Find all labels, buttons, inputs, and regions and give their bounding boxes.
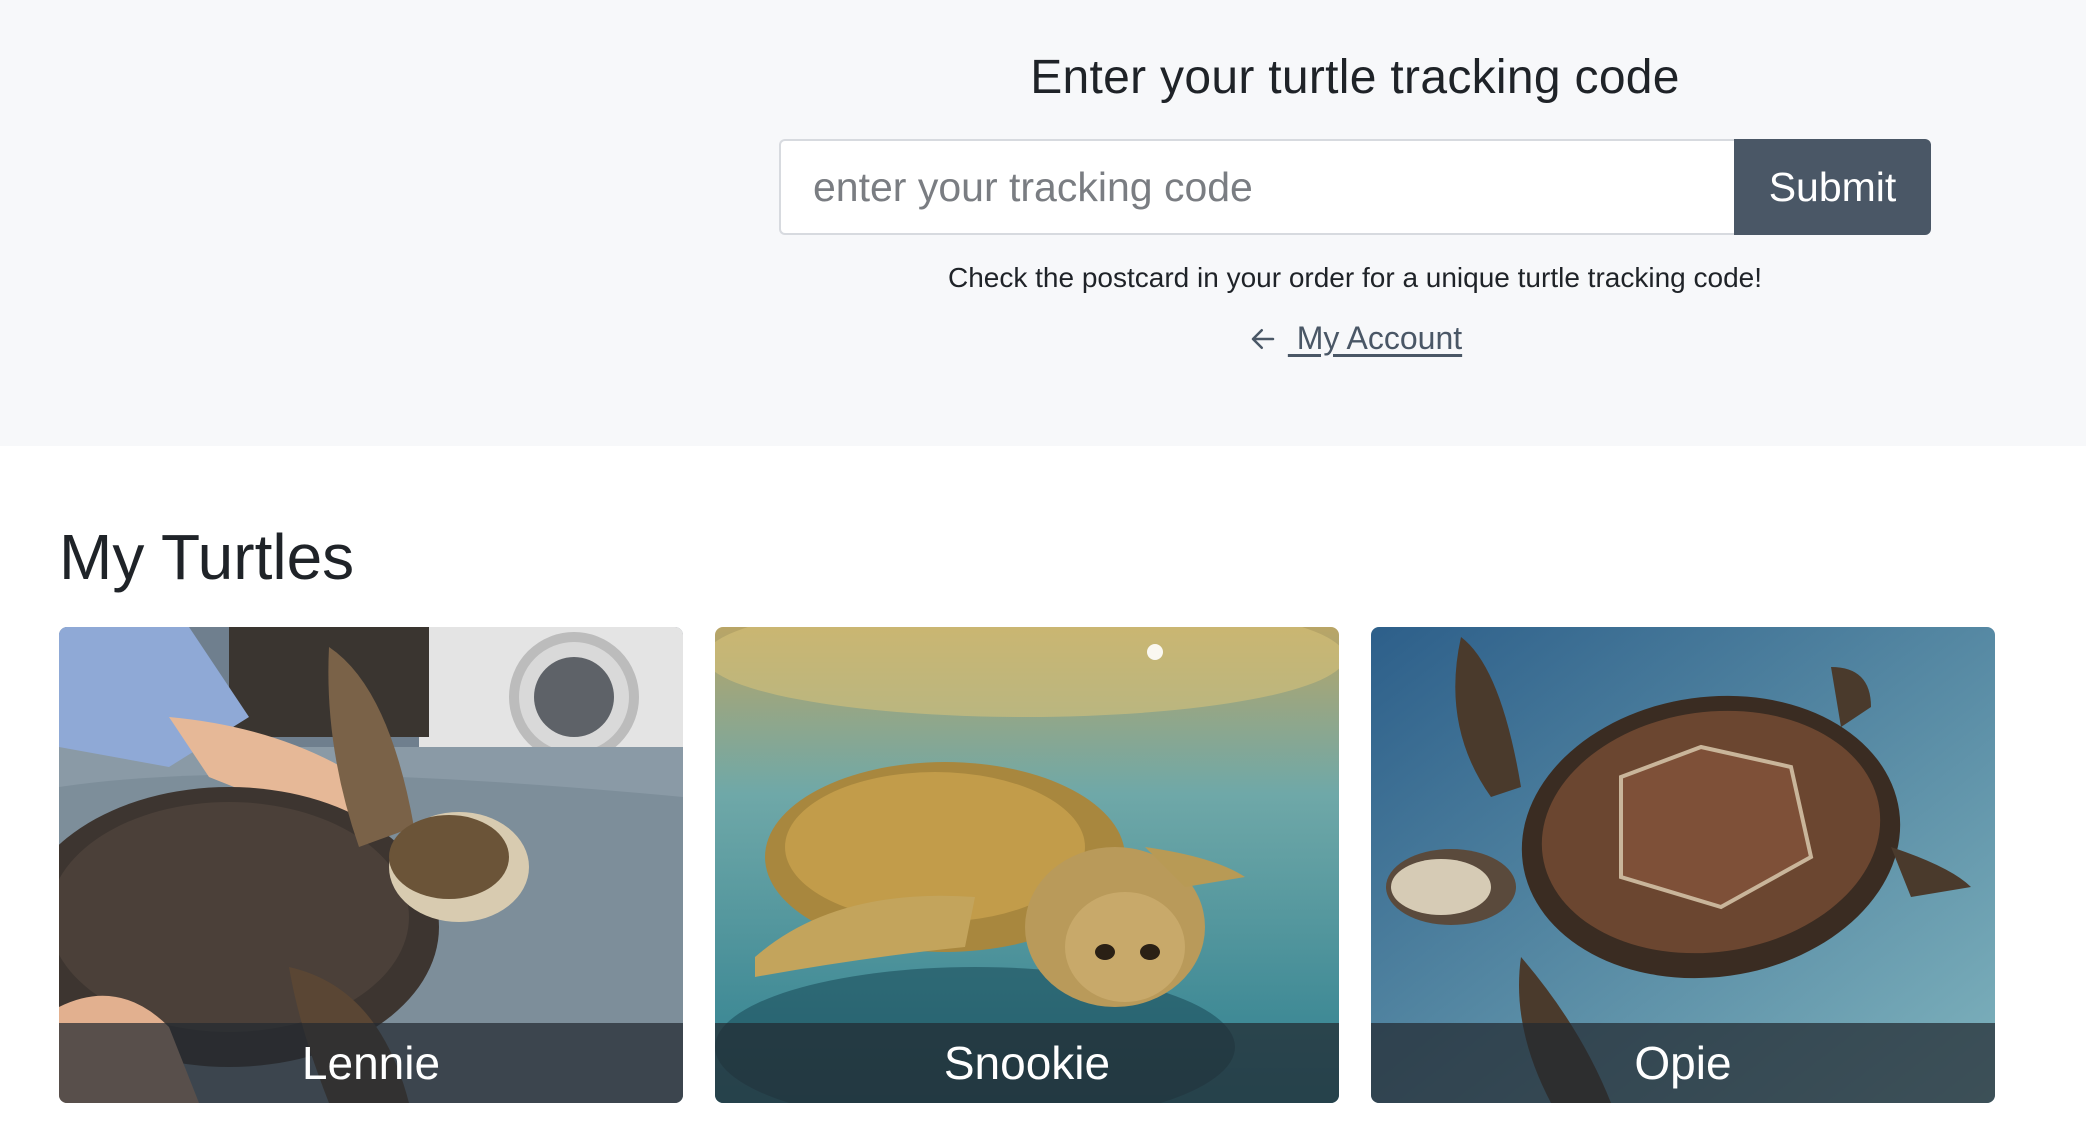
tracking-code-section: Enter your turtle tracking code Submit C… xyxy=(0,0,2086,446)
turtle-cards: Lennie Snookie Opie xyxy=(59,627,1995,1103)
turtle-name: Snookie xyxy=(715,1023,1339,1103)
my-account-label: My Account xyxy=(1287,320,1463,356)
tracking-code-form: Submit xyxy=(779,139,1931,235)
tracking-code-input[interactable] xyxy=(779,139,1734,235)
my-turtles-heading: My Turtles xyxy=(59,521,355,593)
turtle-name: Lennie xyxy=(59,1023,683,1103)
back-to-account: My Account xyxy=(779,320,1931,357)
submit-button[interactable]: Submit xyxy=(1734,139,1931,235)
turtle-name: Opie xyxy=(1371,1023,1995,1103)
tracking-code-title: Enter your turtle tracking code xyxy=(1030,51,1680,104)
turtle-card-opie[interactable]: Opie xyxy=(1371,627,1995,1103)
turtle-card-lennie[interactable]: Lennie xyxy=(59,627,683,1103)
my-account-link[interactable]: My Account xyxy=(1248,320,1462,356)
tracking-code-hint: Check the postcard in your order for a u… xyxy=(948,262,1762,293)
arrow-left-icon xyxy=(1251,329,1275,349)
turtle-card-snookie[interactable]: Snookie xyxy=(715,627,1339,1103)
